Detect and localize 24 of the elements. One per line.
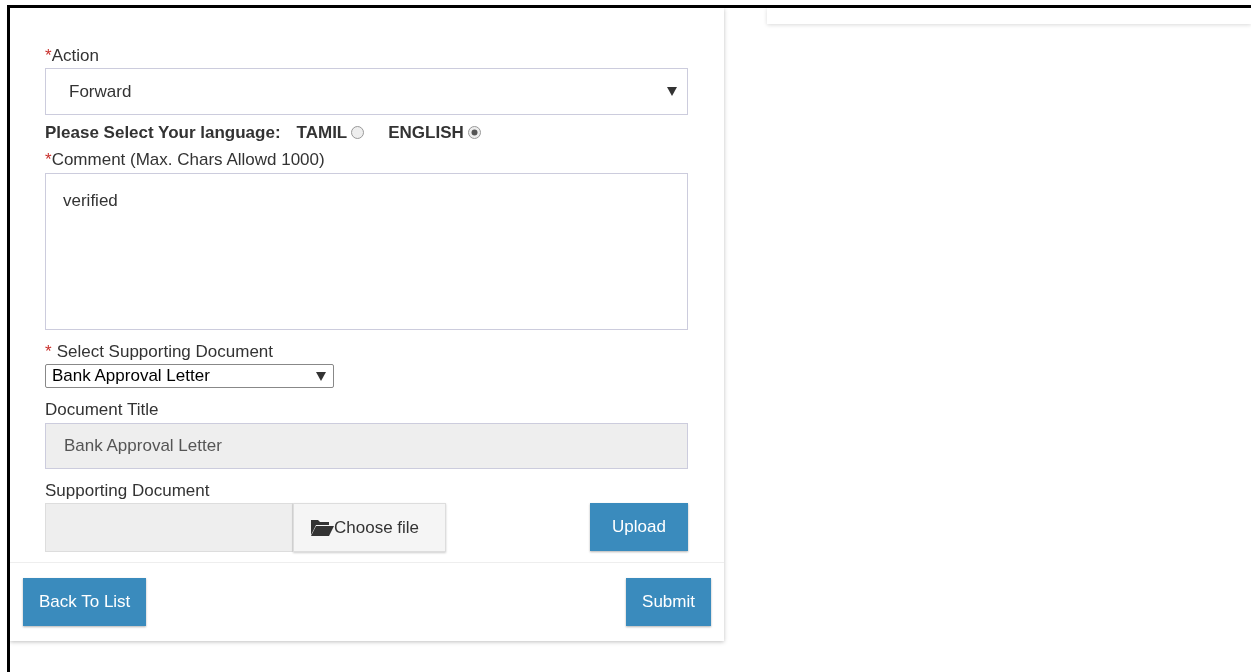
- radio-button[interactable]: [467, 126, 481, 140]
- field-label: Action: [51, 46, 99, 65]
- file-name-field[interactable]: [45, 502, 293, 552]
- caret-icon: [667, 87, 677, 97]
- field-label: Select Supporting Document: [56, 341, 274, 361]
- action-dropdown[interactable]: Forward: [45, 68, 688, 116]
- language-label: Please Select Your language:: [45, 122, 281, 145]
- folder-icon: [310, 518, 334, 537]
- back-button[interactable]: Back To List: [23, 578, 147, 626]
- required-mark: *: [45, 341, 52, 361]
- comment-field[interactable]: verified: [45, 172, 688, 330]
- required-mark: *: [45, 150, 52, 170]
- document-type-dropdown[interactable]: Bank Approval Letter: [45, 364, 334, 389]
- caret-icon: [316, 371, 326, 381]
- field-label: Supporting Document: [45, 480, 210, 500]
- required-mark: *: [45, 46, 52, 65]
- choose-file-button[interactable]: Choose file: [293, 502, 446, 552]
- radio-button[interactable]: [351, 126, 365, 140]
- submit-button[interactable]: Submit: [626, 578, 711, 626]
- radio-label: ENGLISH: [388, 122, 464, 145]
- field-label: Comment (Max. Chars Allowd 1000): [51, 150, 325, 170]
- radio-label: TAMIL: [296, 122, 348, 145]
- field-label: Document Title: [45, 400, 159, 420]
- upload-button[interactable]: Upload: [590, 502, 688, 551]
